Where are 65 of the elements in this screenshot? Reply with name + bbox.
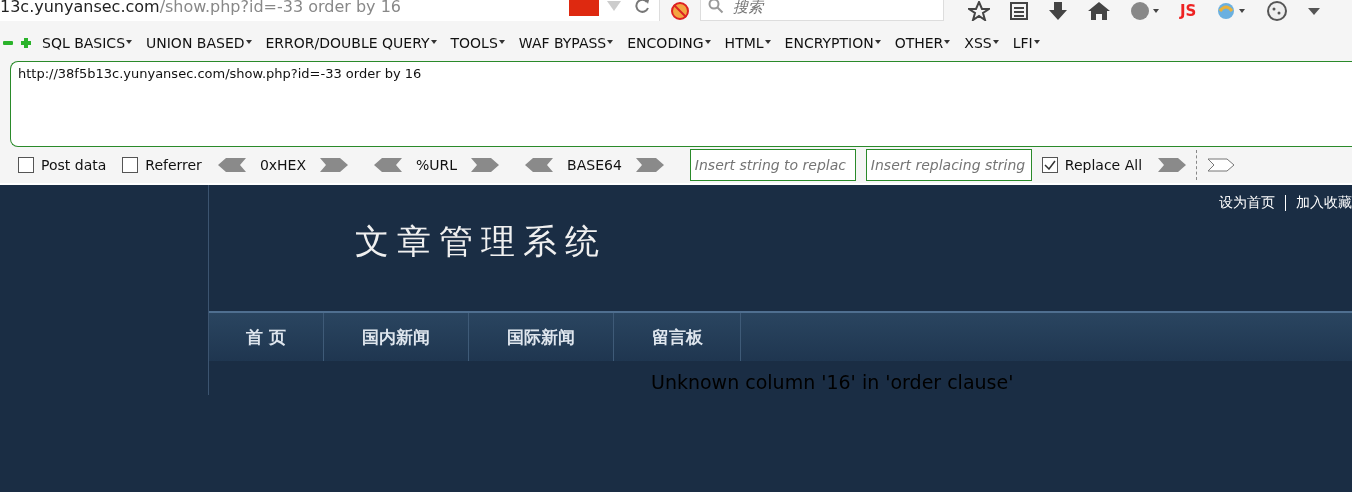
address-bar[interactable]: 13c.yunyansec.com/show.php?id=-33 order by 16 — [0, 0, 660, 21]
checkbox-option[interactable]: Referrer — [122, 157, 202, 173]
encoder-label: 0xHEX — [259, 157, 307, 173]
menu-item[interactable]: ERROR/DOUBLE QUERY — [261, 35, 441, 51]
left-chevron-icon[interactable] — [374, 158, 403, 172]
checkbox[interactable] — [122, 157, 139, 173]
list-icon[interactable] — [1010, 2, 1028, 20]
url-path: /show.php?id=-33 order by 16 — [159, 0, 401, 16]
url-host: 13c.yunyansec.com — [0, 0, 160, 16]
menu-item[interactable]: SQL BASICS — [38, 35, 136, 51]
caret-icon — [607, 40, 614, 44]
caret-icon — [992, 40, 999, 44]
left-chevron-icon[interactable] — [525, 158, 554, 172]
download-icon[interactable] — [1048, 2, 1068, 20]
home-icon[interactable] — [1088, 2, 1110, 20]
caret-icon — [1033, 40, 1040, 44]
top-link[interactable]: 设为首页 — [1219, 194, 1275, 212]
caret-icon — [498, 40, 505, 44]
blocked-script-icon[interactable] — [670, 1, 690, 21]
caret-icon — [764, 40, 771, 44]
url-textarea[interactable]: http://38f5b13c.yunyansec.com/show.php?id=-33 order by 16 — [10, 61, 1352, 147]
right-chevron-icon[interactable] — [471, 158, 500, 172]
left-chevron-icon[interactable] — [217, 158, 246, 172]
caret-icon — [430, 40, 437, 44]
top-link[interactable]: 加入收藏 — [1296, 194, 1352, 212]
right-chevron-icon[interactable] — [320, 158, 349, 172]
right-chevron-icon[interactable] — [635, 158, 664, 172]
nav-item[interactable]: 国内新闻 — [324, 313, 469, 361]
plus-icon[interactable] — [20, 37, 32, 49]
caret-icon — [704, 40, 711, 44]
caret-icon[interactable] — [1308, 6, 1321, 16]
right-chevron-icon[interactable] — [1158, 158, 1187, 172]
nav-item[interactable]: 首 页 — [209, 313, 324, 361]
caret-icon — [126, 40, 132, 44]
menu-item[interactable]: OTHER — [890, 35, 955, 51]
encoder-label: BASE64 — [567, 157, 622, 173]
menu-item[interactable]: WAF BYPASS — [514, 35, 618, 51]
star-icon[interactable] — [968, 1, 990, 21]
caret-icon — [944, 40, 951, 44]
error-message: Unknown column '16' in 'order clause' — [651, 371, 1015, 393]
nav-item[interactable]: 国际新闻 — [469, 313, 614, 361]
checkbox-option[interactable]: Replace All — [1041, 157, 1143, 173]
menu-item[interactable]: ENCODING — [623, 35, 715, 51]
site-logo: 文章管理系统 — [355, 220, 607, 263]
menu-item[interactable]: LFI — [1008, 35, 1044, 51]
replacement-input[interactable]: Insert replacing string — [865, 149, 1032, 181]
checkbox-option[interactable]: Post data — [18, 157, 107, 173]
checkbox[interactable] — [18, 157, 34, 173]
js-logo[interactable]: JS — [1180, 2, 1197, 20]
menu-item[interactable]: UNION BASED — [142, 35, 256, 51]
menu-item[interactable]: TOOLS — [446, 35, 509, 51]
checkbox[interactable] — [1041, 157, 1058, 173]
nav-item[interactable]: 留言板 — [614, 313, 741, 361]
right-chevron-outline-icon[interactable] — [1207, 158, 1236, 172]
menu-item[interactable]: HTML — [720, 35, 775, 51]
flag-icon — [569, 0, 599, 16]
caret-icon — [245, 40, 252, 44]
caret-icon — [874, 40, 881, 44]
menu-item[interactable]: ENCRYPTION — [780, 35, 885, 51]
reload-icon[interactable] — [635, 0, 651, 14]
cookie-icon[interactable] — [1266, 1, 1289, 21]
encoder-label: %URL — [416, 157, 458, 173]
menu-item[interactable]: XSS — [960, 35, 1003, 51]
search-icon — [708, 0, 724, 14]
replace-input[interactable]: Insert string to replac — [689, 149, 856, 181]
